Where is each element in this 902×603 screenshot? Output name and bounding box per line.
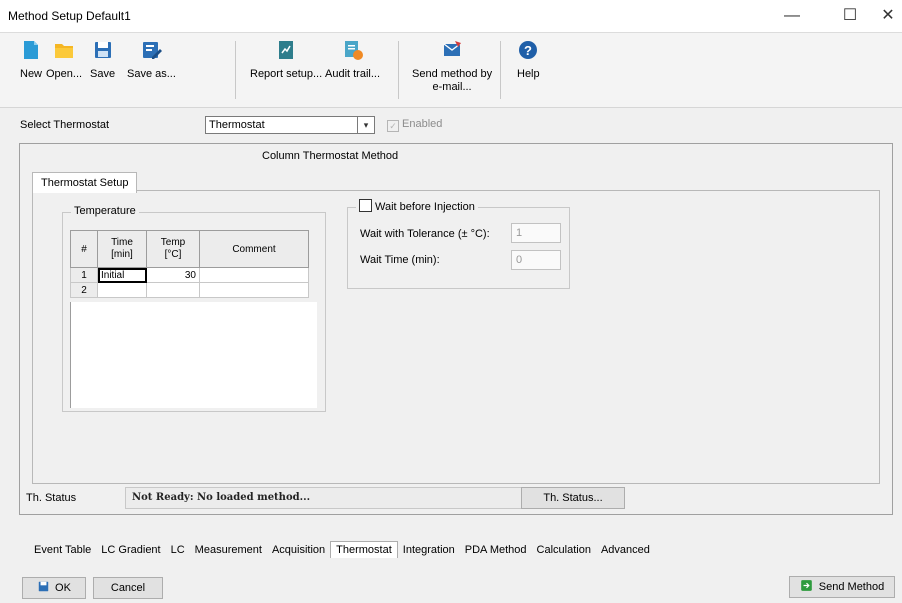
column-header-comment: Comment xyxy=(199,230,309,268)
report-setup-button[interactable]: Report setup... xyxy=(250,39,322,81)
status-label: Th. Status xyxy=(26,492,77,504)
email-send-icon xyxy=(443,41,462,56)
title-bar: Method Setup Default1 — ☐ ✕ xyxy=(0,0,902,33)
wait-tolerance-field[interactable]: 1 xyxy=(511,223,561,243)
bottom-bar: OK Cancel Send Method xyxy=(0,574,902,603)
tab-advanced[interactable]: Advanced xyxy=(596,542,655,558)
select-thermostat-row: Select Thermostat Thermostat ▾ ✓ Enabled xyxy=(0,115,902,137)
audit-trail-button[interactable]: Audit trail... xyxy=(325,39,380,81)
wait-time-field[interactable]: 0 xyxy=(511,250,561,270)
toolbar-separator xyxy=(235,41,236,99)
thermostat-select[interactable]: Thermostat xyxy=(205,116,358,134)
save-as-button[interactable]: Save as... xyxy=(127,39,176,81)
table-row[interactable]: 2 xyxy=(70,282,309,298)
select-thermostat-label: Select Thermostat xyxy=(20,119,110,131)
temperature-group-label: Temperature xyxy=(71,205,139,217)
time-cell[interactable]: Initial xyxy=(97,267,147,283)
tab-thermostat-setup[interactable]: Thermostat Setup xyxy=(32,172,138,193)
temperature-table[interactable]: # Time [min] Temp [°C] Comment 1 Initial… xyxy=(70,230,309,298)
table-row[interactable]: 1 Initial 30 xyxy=(70,267,309,283)
time-cell[interactable] xyxy=(97,282,147,298)
temp-cell[interactable] xyxy=(146,282,200,298)
checkbox-box[interactable] xyxy=(359,199,372,212)
toolbar: New Open... Save Save as... Report setup… xyxy=(0,33,902,108)
tab-acquisition[interactable]: Acquisition xyxy=(267,542,330,558)
status-row: Th. Status Not Ready: No loaded method..… xyxy=(0,487,902,513)
report-icon xyxy=(279,41,294,59)
tab-calculation[interactable]: Calculation xyxy=(532,542,596,558)
tab-thermostat[interactable]: Thermostat xyxy=(330,541,398,558)
minimize-button[interactable]: — xyxy=(770,4,814,28)
folder-icon xyxy=(55,44,74,58)
comment-cell[interactable] xyxy=(199,267,309,283)
new-button[interactable]: New xyxy=(20,39,42,81)
close-button[interactable]: ✕ xyxy=(866,4,902,28)
check-icon: ✓ xyxy=(387,120,399,132)
new-file-icon xyxy=(24,41,38,59)
wait-time-label: Wait Time (min): xyxy=(360,254,440,266)
save-button[interactable]: Save xyxy=(90,39,115,81)
panel-title: Column Thermostat Method xyxy=(262,150,399,162)
tab-integration[interactable]: Integration xyxy=(398,542,460,558)
send-method-button[interactable]: Send Method xyxy=(789,576,895,598)
comment-cell[interactable] xyxy=(199,282,309,298)
cancel-button[interactable]: Cancel xyxy=(93,577,163,599)
thermostat-setup-page: Temperature # Time [min] Temp [°C] Comme… xyxy=(32,190,880,484)
method-tabs: Event Table LC Gradient LC Measurement Acqui… xyxy=(29,541,655,559)
row-number: 1 xyxy=(70,267,98,283)
wait-tolerance-label: Wait with Tolerance (± °C): xyxy=(360,228,490,240)
enabled-checkbox: ✓ Enabled xyxy=(387,118,442,132)
row-number: 2 xyxy=(70,282,98,298)
window-title: Method Setup Default1 xyxy=(8,9,131,23)
audit-trail-icon xyxy=(344,41,363,60)
wait-before-injection-group: Wait before Injection Wait with Toleranc… xyxy=(347,199,570,289)
send-arrow-icon xyxy=(800,580,812,591)
toolbar-separator xyxy=(398,41,399,99)
thermostat-method-panel: Column Thermostat Method Thermostat Setu… xyxy=(19,143,893,515)
column-header-num: # xyxy=(70,230,98,268)
toolbar-separator xyxy=(500,41,501,99)
temp-cell[interactable]: 30 xyxy=(146,267,200,283)
send-method-email-button[interactable]: Send method by e-mail... xyxy=(412,39,492,94)
wait-before-injection-checkbox[interactable]: Wait before Injection xyxy=(356,199,478,213)
svg-text:?: ? xyxy=(524,43,532,58)
column-header-time: Time [min] xyxy=(97,230,147,268)
save-as-icon xyxy=(143,42,163,59)
open-button[interactable]: Open... xyxy=(46,39,82,81)
tab-pda-method[interactable]: PDA Method xyxy=(460,542,532,558)
help-button[interactable]: ? Help xyxy=(517,39,540,81)
ok-button[interactable]: OK xyxy=(22,577,86,599)
tab-lc-gradient[interactable]: LC Gradient xyxy=(96,542,165,558)
floppy-disk-icon xyxy=(38,581,49,592)
tab-event-table[interactable]: Event Table xyxy=(29,542,96,558)
th-status-button[interactable]: Th. Status... xyxy=(521,487,625,509)
status-text: Not Ready: No loaded method... xyxy=(125,487,522,509)
floppy-disk-icon xyxy=(94,42,111,58)
help-icon: ? xyxy=(519,41,538,59)
tab-measurement[interactable]: Measurement xyxy=(190,542,267,558)
chevron-down-icon[interactable]: ▾ xyxy=(357,116,375,134)
tab-lc[interactable]: LC xyxy=(166,542,190,558)
temperature-group: Temperature # Time [min] Temp [°C] Comme… xyxy=(62,205,326,412)
table-empty-area[interactable] xyxy=(70,302,317,408)
column-header-temp: Temp [°C] xyxy=(146,230,200,268)
